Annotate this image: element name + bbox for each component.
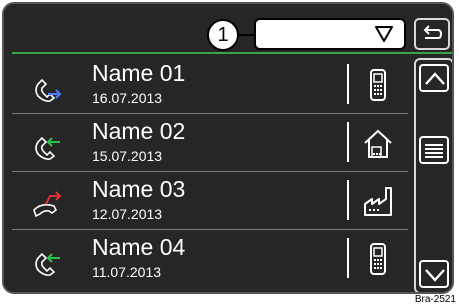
contact-name: Name 04 <box>92 234 186 260</box>
scroll-down-button[interactable] <box>419 260 449 288</box>
scroll-thumb[interactable] <box>419 136 449 164</box>
header-accent-line <box>12 52 452 54</box>
row-separator <box>347 180 349 220</box>
contact-name: Name 01 <box>92 60 186 86</box>
chevron-down-icon <box>425 269 445 282</box>
triangle-down-icon <box>375 26 393 42</box>
row-separator <box>347 122 349 162</box>
mobile-phone-icon <box>370 243 386 275</box>
call-date: 12.07.2013 <box>92 206 163 222</box>
row-separator <box>347 64 349 104</box>
call-list-row[interactable]: Name 01 16.07.2013 <box>4 56 414 114</box>
work-phone-icon <box>364 187 392 216</box>
image-reference-tag: Bra-2521 <box>413 294 457 306</box>
call-date: 11.07.2013 <box>92 264 162 280</box>
call-list-row[interactable]: Name 02 15.07.2013 <box>4 114 414 172</box>
mobile-phone-icon <box>370 69 386 101</box>
callout-marker: 1 <box>207 19 239 51</box>
scroll-up-button[interactable] <box>419 64 449 92</box>
incoming-call-icon <box>35 252 60 276</box>
phone-call-list-screen: 1 Name 01 16.07.2013 Name 02 15.07.2013 … <box>2 2 454 294</box>
call-list-filter-dropdown[interactable] <box>254 18 406 50</box>
call-date: 15.07.2013 <box>92 148 163 164</box>
home-phone-icon <box>364 129 392 158</box>
contact-name: Name 03 <box>92 176 186 202</box>
incoming-call-icon <box>35 136 60 160</box>
row-separator <box>347 238 349 278</box>
back-button[interactable] <box>414 18 450 50</box>
missed-call-icon <box>33 191 62 218</box>
chevron-up-icon <box>425 72 445 85</box>
top-bar: 1 <box>4 4 452 52</box>
contact-name: Name 02 <box>92 118 186 144</box>
callout-number: 1 <box>217 24 229 46</box>
call-list-row[interactable]: Name 04 11.07.2013 <box>4 230 414 288</box>
list-scrollbar[interactable] <box>414 58 452 292</box>
call-list-row[interactable]: Name 03 12.07.2013 <box>4 172 414 230</box>
callout-leader-line <box>237 34 255 36</box>
return-arrow-icon <box>423 25 443 39</box>
call-date: 16.07.2013 <box>92 90 163 106</box>
outgoing-call-icon <box>35 78 62 102</box>
